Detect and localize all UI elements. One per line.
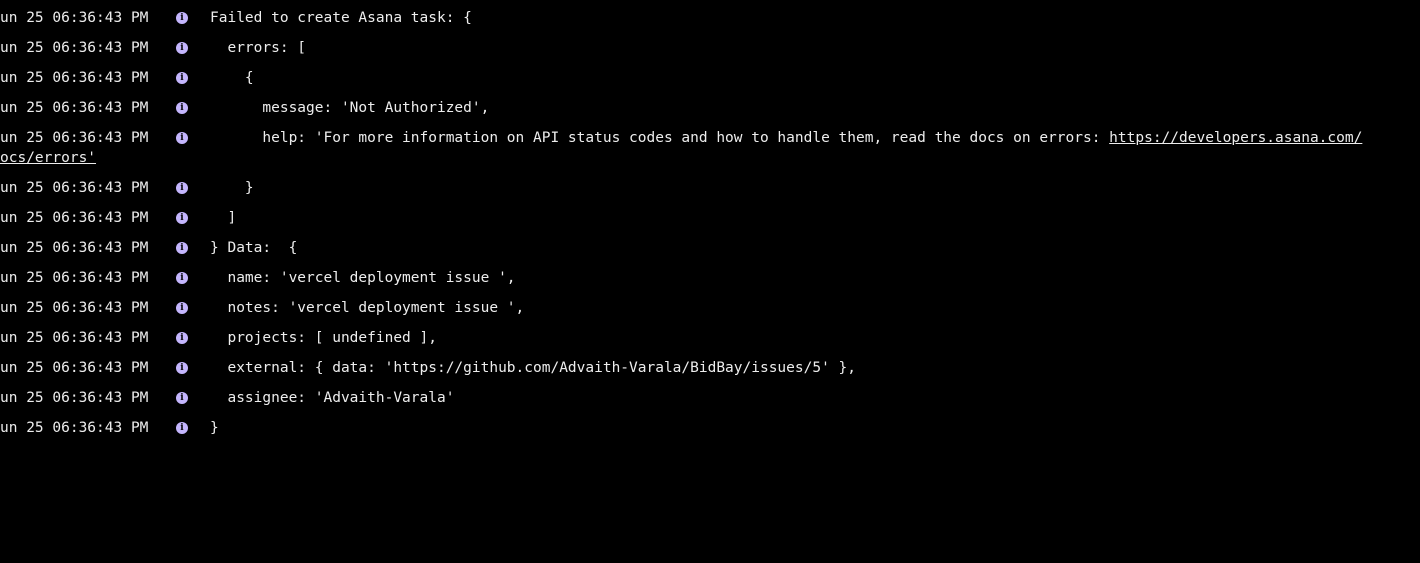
info-icon: i bbox=[176, 362, 188, 374]
info-icon: i bbox=[176, 212, 188, 224]
log-timestamp: un 25 06:36:43 PM bbox=[0, 360, 149, 376]
log-timestamp: un 25 06:36:43 PM bbox=[0, 240, 149, 256]
log-message-text: help: 'For more information on API statu… bbox=[210, 130, 1110, 146]
log-timestamp: un 25 06:36:43 PM bbox=[0, 100, 149, 116]
log-message-continuation: ocs/errors' bbox=[0, 143, 96, 173]
docs-link[interactable]: https://developers.asana.com/ bbox=[1109, 130, 1362, 146]
log-line: un 25 06:36:43 PM i } Data: { bbox=[0, 233, 1420, 263]
info-icon: i bbox=[176, 102, 188, 114]
log-timestamp: un 25 06:36:43 PM bbox=[0, 40, 149, 56]
log-message: message: 'Not Authorized', bbox=[210, 100, 490, 116]
docs-link-continuation[interactable]: ocs/errors' bbox=[0, 150, 96, 166]
log-message: notes: 'vercel deployment issue ', bbox=[210, 300, 525, 316]
info-icon: i bbox=[176, 72, 188, 84]
log-line: un 25 06:36:43 PM i external: { data: 'h… bbox=[0, 353, 1420, 383]
log-message: ] bbox=[210, 210, 237, 226]
log-line: un 25 06:36:43 PM i notes: 'vercel deplo… bbox=[0, 293, 1420, 323]
log-output: un 25 06:36:43 PM i Failed to create Asa… bbox=[0, 3, 1420, 443]
log-timestamp: un 25 06:36:43 PM bbox=[0, 330, 149, 346]
info-icon: i bbox=[176, 12, 188, 24]
log-line: un 25 06:36:43 PM i help: 'For more info… bbox=[0, 123, 1420, 173]
log-message: } bbox=[210, 180, 254, 196]
log-line: un 25 06:36:43 PM i { bbox=[0, 63, 1420, 93]
log-message: Failed to create Asana task: { bbox=[210, 10, 472, 26]
log-timestamp: un 25 06:36:43 PM bbox=[0, 210, 149, 226]
log-message: } Data: { bbox=[210, 240, 298, 256]
log-line: un 25 06:36:43 PM i } bbox=[0, 173, 1420, 203]
log-message: external: { data: 'https://github.com/Ad… bbox=[210, 360, 857, 376]
log-message: projects: [ undefined ], bbox=[210, 330, 437, 346]
log-timestamp: un 25 06:36:43 PM bbox=[0, 420, 149, 436]
log-line: un 25 06:36:43 PM i projects: [ undefine… bbox=[0, 323, 1420, 353]
log-line: un 25 06:36:43 PM i ] bbox=[0, 203, 1420, 233]
info-icon: i bbox=[176, 242, 188, 254]
log-timestamp: un 25 06:36:43 PM bbox=[0, 300, 149, 316]
log-timestamp: un 25 06:36:43 PM bbox=[0, 390, 149, 406]
log-message: } bbox=[210, 420, 219, 436]
log-message: errors: [ bbox=[210, 40, 307, 56]
log-timestamp: un 25 06:36:43 PM bbox=[0, 180, 149, 196]
log-line: un 25 06:36:43 PM i Failed to create Asa… bbox=[0, 3, 1420, 33]
log-timestamp: un 25 06:36:43 PM bbox=[0, 270, 149, 286]
info-icon: i bbox=[176, 392, 188, 404]
log-message: assignee: 'Advaith-Varala' bbox=[210, 390, 455, 406]
log-line: un 25 06:36:43 PM i assignee: 'Advaith-V… bbox=[0, 383, 1420, 413]
info-icon: i bbox=[176, 182, 188, 194]
info-icon: i bbox=[176, 332, 188, 344]
log-timestamp: un 25 06:36:43 PM bbox=[0, 10, 149, 26]
info-icon: i bbox=[176, 272, 188, 284]
info-icon: i bbox=[176, 422, 188, 434]
info-icon: i bbox=[176, 302, 188, 314]
log-line: un 25 06:36:43 PM i errors: [ bbox=[0, 33, 1420, 63]
info-icon: i bbox=[176, 132, 188, 144]
log-line: un 25 06:36:43 PM i name: 'vercel deploy… bbox=[0, 263, 1420, 293]
log-message: { bbox=[210, 70, 254, 86]
log-timestamp: un 25 06:36:43 PM bbox=[0, 70, 149, 86]
log-message: name: 'vercel deployment issue ', bbox=[210, 270, 516, 286]
log-line: un 25 06:36:43 PM i message: 'Not Author… bbox=[0, 93, 1420, 123]
info-icon: i bbox=[176, 42, 188, 54]
log-message: help: 'For more information on API statu… bbox=[210, 123, 1412, 153]
log-line: un 25 06:36:43 PM i } bbox=[0, 413, 1420, 443]
